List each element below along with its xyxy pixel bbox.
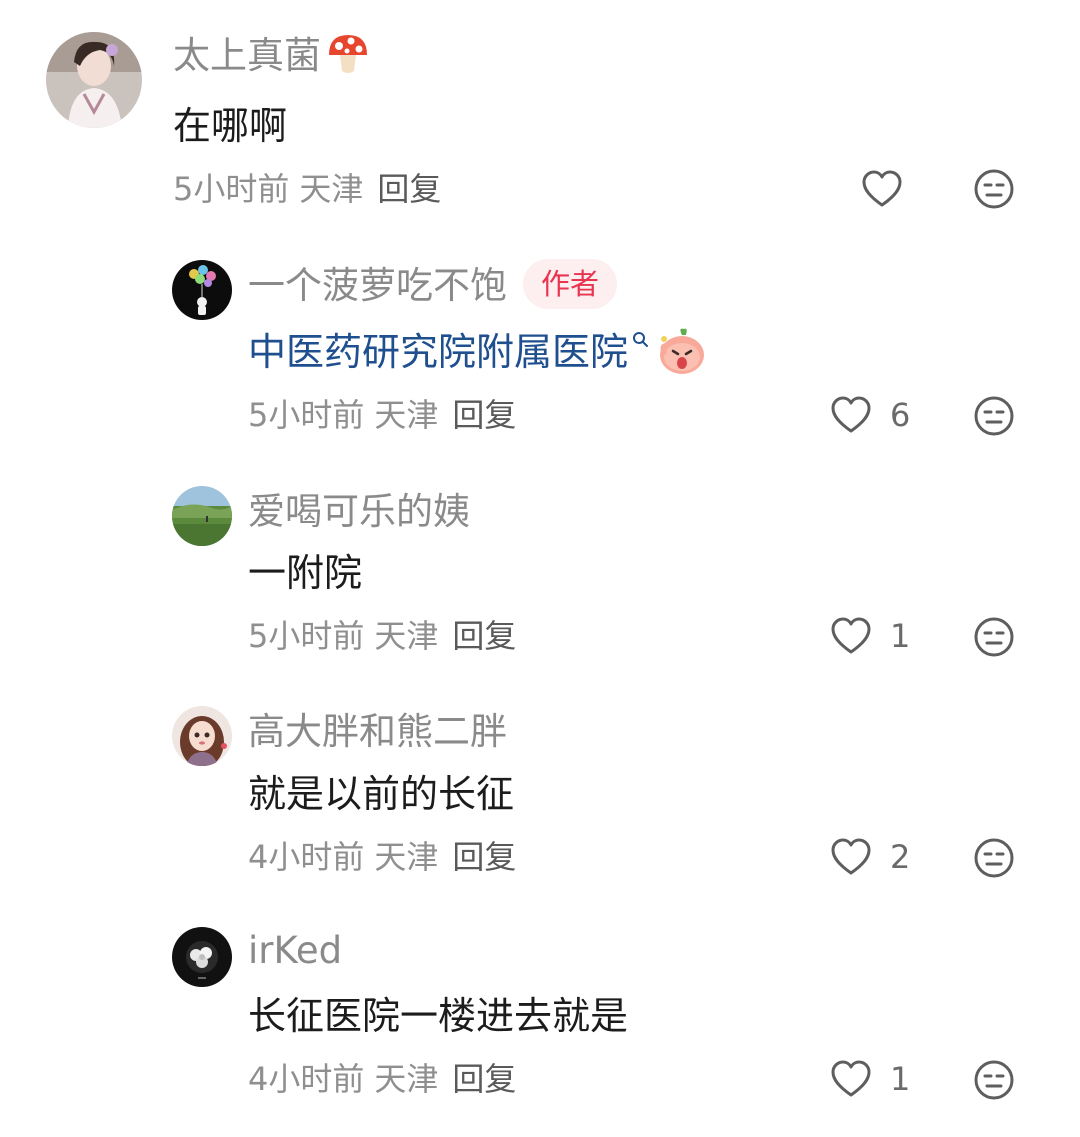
comment-text-link[interactable]: 中医药研究院附属医院 (248, 327, 708, 381)
astronaut-balloon-avatar-icon (172, 260, 232, 320)
comment-location: 天津 (374, 396, 439, 434)
landscape-avatar-icon (172, 486, 232, 546)
reply-item: 高大胖和熊二胖 就是以前的长征 4小时前 天津 回复 2 (0, 700, 1080, 900)
username-label: 太上真菌 (173, 34, 321, 77)
heart-icon (831, 838, 871, 875)
reply-button[interactable]: 回复 (452, 838, 516, 876)
author-badge: 作者 (523, 258, 618, 309)
reply-item: 爱喝可乐的姨 一附院 5小时前 天津 回复 1 (0, 478, 1080, 678)
username-label: 一个菠萝吃不饱 (248, 264, 507, 307)
reply-button[interactable]: 回复 (452, 1060, 516, 1098)
reply-button[interactable]: 回复 (452, 396, 516, 434)
comment-location: 天津 (374, 617, 439, 655)
avatar[interactable] (172, 706, 232, 766)
like-count: 1 (890, 617, 911, 655)
link-text: 中医药研究院附属医院 (248, 330, 629, 374)
heart-icon (862, 170, 902, 207)
comment-location: 天津 (299, 170, 364, 208)
meh-face-icon[interactable] (973, 837, 1015, 879)
reply-item: 一个菠萝吃不饱 作者 中医药研究院附属医院 5小时前 天津 回复 6 (0, 250, 1080, 450)
reply-item: irKed 长征医院一楼进去就是 4小时前 天津 回复 1 (0, 922, 1080, 1122)
comment-meta: 5小时前 天津 回复 (248, 393, 526, 437)
peach-sticker-icon (660, 328, 705, 374)
heart-icon (831, 1060, 871, 1097)
like-count: 2 (890, 838, 911, 876)
like-count: 6 (890, 396, 911, 434)
avatar[interactable] (172, 927, 232, 987)
comment-text: 一附院 (248, 551, 363, 595)
comment-meta: 5小时前 天津 回复 (248, 614, 526, 658)
comment-text: 就是以前的长征 (248, 772, 515, 816)
comment-username[interactable]: 高大胖和熊二胖 (248, 708, 507, 756)
comment-username[interactable]: 一个菠萝吃不饱 作者 (248, 258, 618, 313)
meh-face-icon[interactable] (973, 168, 1015, 210)
woman-avatar-icon (46, 32, 142, 128)
like-button[interactable]: 1 (830, 614, 910, 658)
like-button[interactable]: 6 (830, 393, 910, 437)
reply-button[interactable]: 回复 (452, 617, 516, 655)
comment-text: 长征医院一楼进去就是 (248, 994, 629, 1038)
comment-time: 4小时前 (248, 1060, 365, 1098)
meh-face-icon[interactable] (973, 616, 1015, 658)
comment-username[interactable]: 爱喝可乐的姨 (248, 488, 470, 536)
search-icon (633, 332, 649, 347)
doll-avatar-icon (172, 706, 232, 766)
comment-meta: 4小时前 天津 回复 (248, 1057, 526, 1101)
avatar[interactable] (172, 260, 232, 320)
flower-dark-avatar-icon (172, 927, 232, 987)
comment-time: 5小时前 (248, 617, 365, 655)
comment-time: 4小时前 (248, 838, 365, 876)
comment-location: 天津 (374, 1060, 439, 1098)
comment-meta: 5小时前 天津 回复 (173, 167, 451, 211)
comment-time: 5小时前 (173, 170, 290, 208)
comment-username[interactable]: irKed (248, 927, 342, 975)
comment-item: 太上真菌 在哪啊 5小时前 天津 回复 (0, 0, 1080, 230)
heart-icon (831, 617, 871, 654)
meh-face-icon[interactable] (973, 395, 1015, 437)
comment-username[interactable]: 太上真菌 (173, 32, 371, 81)
heart-icon (831, 396, 871, 433)
like-count: 1 (890, 1060, 911, 1098)
reply-button[interactable]: 回复 (377, 170, 441, 208)
comment-text: 在哪啊 (173, 104, 288, 148)
avatar[interactable] (46, 32, 142, 128)
like-button[interactable]: 2 (830, 835, 910, 879)
like-button[interactable]: 1 (830, 1057, 910, 1101)
comment-time: 5小时前 (248, 396, 365, 434)
comment-location: 天津 (374, 838, 439, 876)
meh-face-icon[interactable] (973, 1059, 1015, 1101)
mushroom-icon (329, 34, 367, 73)
comment-meta: 4小时前 天津 回复 (248, 835, 526, 879)
avatar[interactable] (172, 486, 232, 546)
like-button[interactable] (861, 167, 921, 211)
